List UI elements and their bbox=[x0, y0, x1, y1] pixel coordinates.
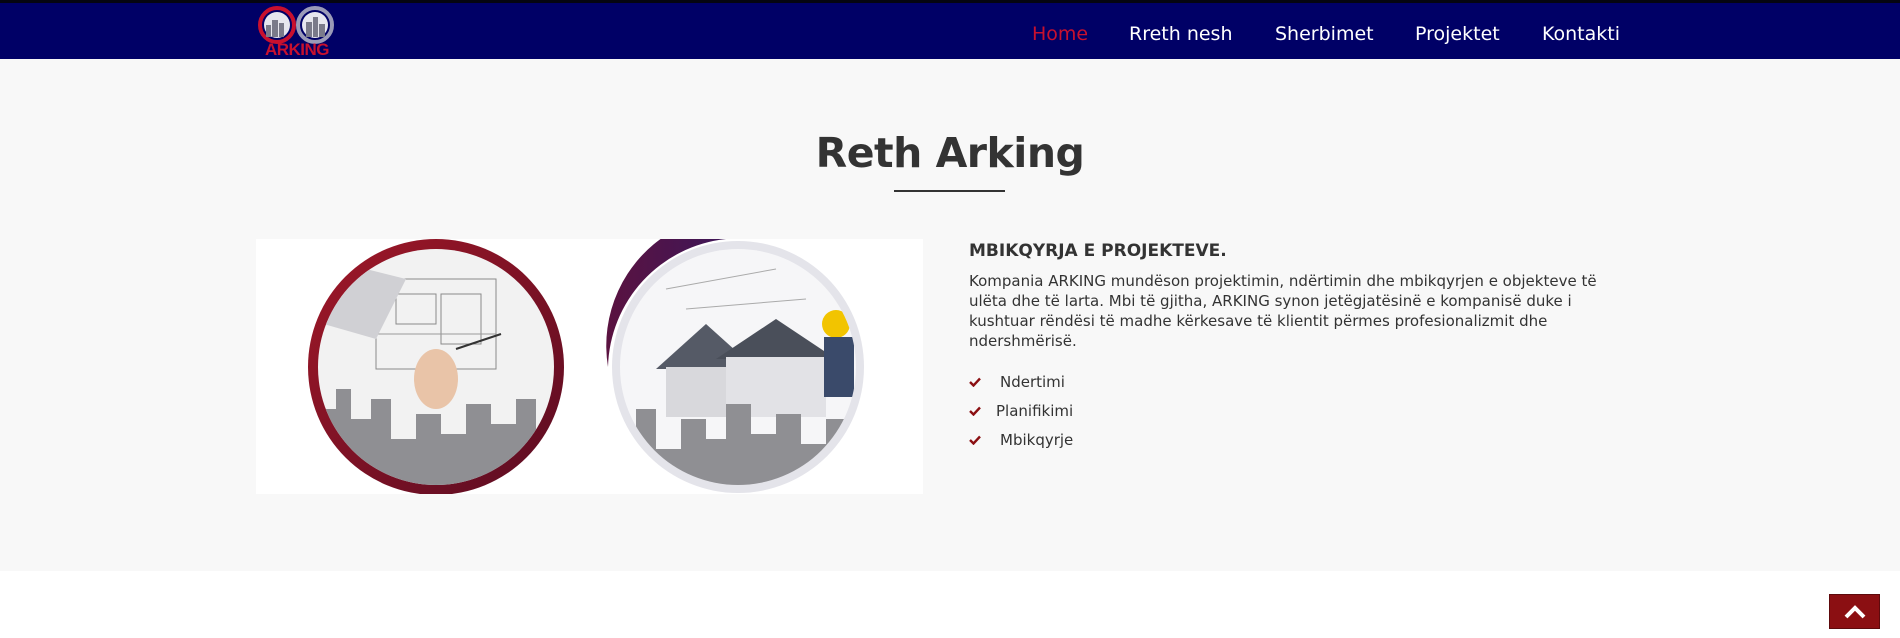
nav-sherbimet[interactable]: Sherbimet bbox=[1275, 22, 1374, 46]
feature-label: Ndertimi bbox=[1000, 373, 1065, 391]
nav-projektet[interactable]: Projektet bbox=[1415, 22, 1500, 46]
nav-home[interactable]: Home bbox=[1032, 22, 1088, 46]
about-image bbox=[256, 239, 923, 494]
title-underline bbox=[894, 190, 1005, 192]
about-section: Reth Arking MBIKQYRJA E PROJEKTEVE. Komp… bbox=[0, 59, 1900, 571]
check-icon bbox=[969, 406, 981, 416]
chevron-up-icon bbox=[1844, 605, 1866, 619]
section-heading: MBIKQYRJA E PROJEKTEVE. bbox=[969, 241, 1227, 261]
nav-kontakti[interactable]: Kontakti bbox=[1542, 22, 1620, 46]
check-icon bbox=[969, 377, 981, 387]
logo-text: ARKING bbox=[264, 40, 330, 59]
logo-emblem-icon bbox=[258, 6, 334, 44]
feature-label: Planifikimi bbox=[996, 402, 1074, 420]
arking-logo[interactable]: ARKING bbox=[256, 5, 338, 59]
nav-rreth-nesh[interactable]: Rreth nesh bbox=[1129, 22, 1233, 46]
about-paragraph: Kompania ARKING mundëson projektimin, nd… bbox=[969, 272, 1597, 350]
back-to-top-button[interactable] bbox=[1829, 594, 1880, 629]
arking-illustration-icon bbox=[256, 239, 923, 494]
section-title: Reth Arking bbox=[815, 129, 1085, 177]
feature-label: Mbikqyrje bbox=[1000, 431, 1074, 449]
check-icon bbox=[969, 435, 981, 445]
navbar: ARKING Home Rreth nesh Sherbimet Projekt… bbox=[0, 0, 1900, 59]
